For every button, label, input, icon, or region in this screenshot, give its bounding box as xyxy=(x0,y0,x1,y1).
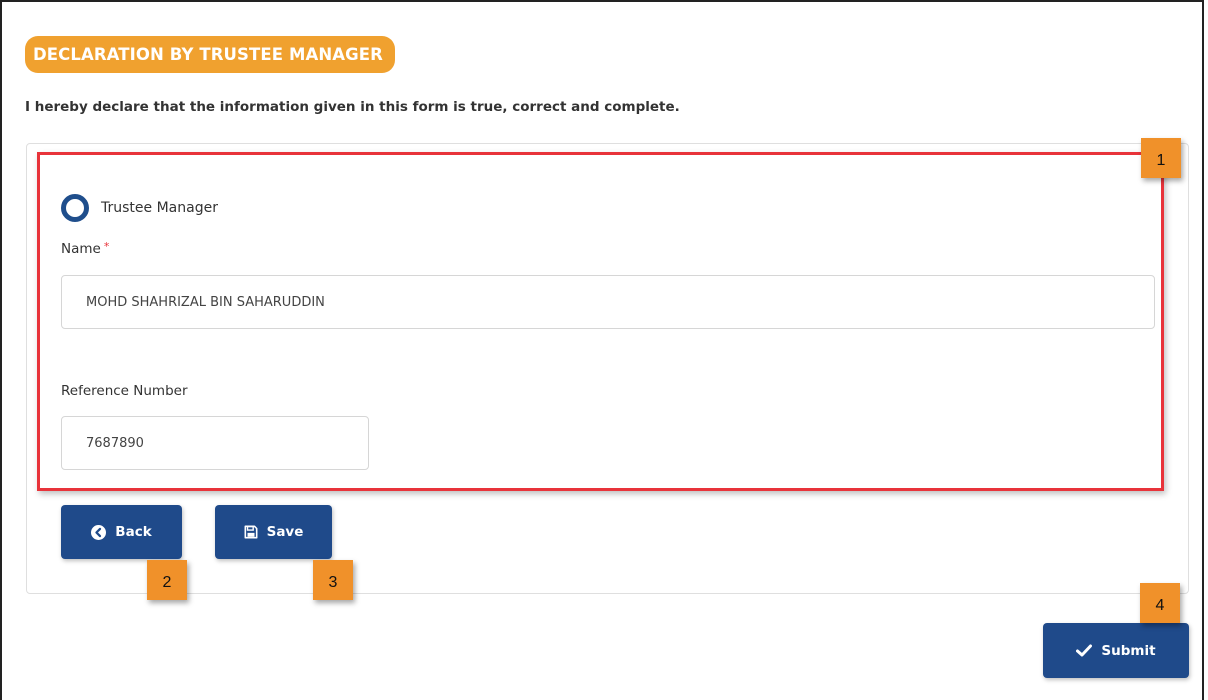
section-title: DECLARATION BY TRUSTEE MANAGER xyxy=(25,36,395,73)
checkmark-icon xyxy=(1076,644,1093,657)
chevron-left-circle-icon xyxy=(91,524,107,540)
reference-number-label: Reference Number xyxy=(61,383,188,399)
name-label: Name * xyxy=(61,240,110,257)
trustee-manager-option[interactable]: Trustee Manager xyxy=(61,193,218,223)
required-mark: * xyxy=(103,240,110,253)
submit-button-label: Submit xyxy=(1101,642,1156,659)
back-button-label: Back xyxy=(115,524,152,540)
trustee-manager-label: Trustee Manager xyxy=(101,200,218,216)
save-button[interactable]: Save xyxy=(215,505,332,559)
name-input[interactable] xyxy=(61,275,1155,329)
annotation-marker-4: 4 xyxy=(1140,583,1180,623)
radio-icon[interactable] xyxy=(61,194,89,222)
back-button[interactable]: Back xyxy=(61,505,182,559)
annotation-marker-2: 2 xyxy=(147,560,187,600)
name-label-text: Name xyxy=(61,241,101,257)
annotation-marker-3: 3 xyxy=(313,560,353,600)
save-button-label: Save xyxy=(266,524,304,540)
submit-button[interactable]: Submit xyxy=(1043,623,1189,678)
annotation-marker-1: 1 xyxy=(1141,138,1181,178)
floppy-disk-icon xyxy=(244,525,258,539)
reference-number-input[interactable] xyxy=(61,416,369,470)
declaration-text: I hereby declare that the information gi… xyxy=(25,99,680,115)
